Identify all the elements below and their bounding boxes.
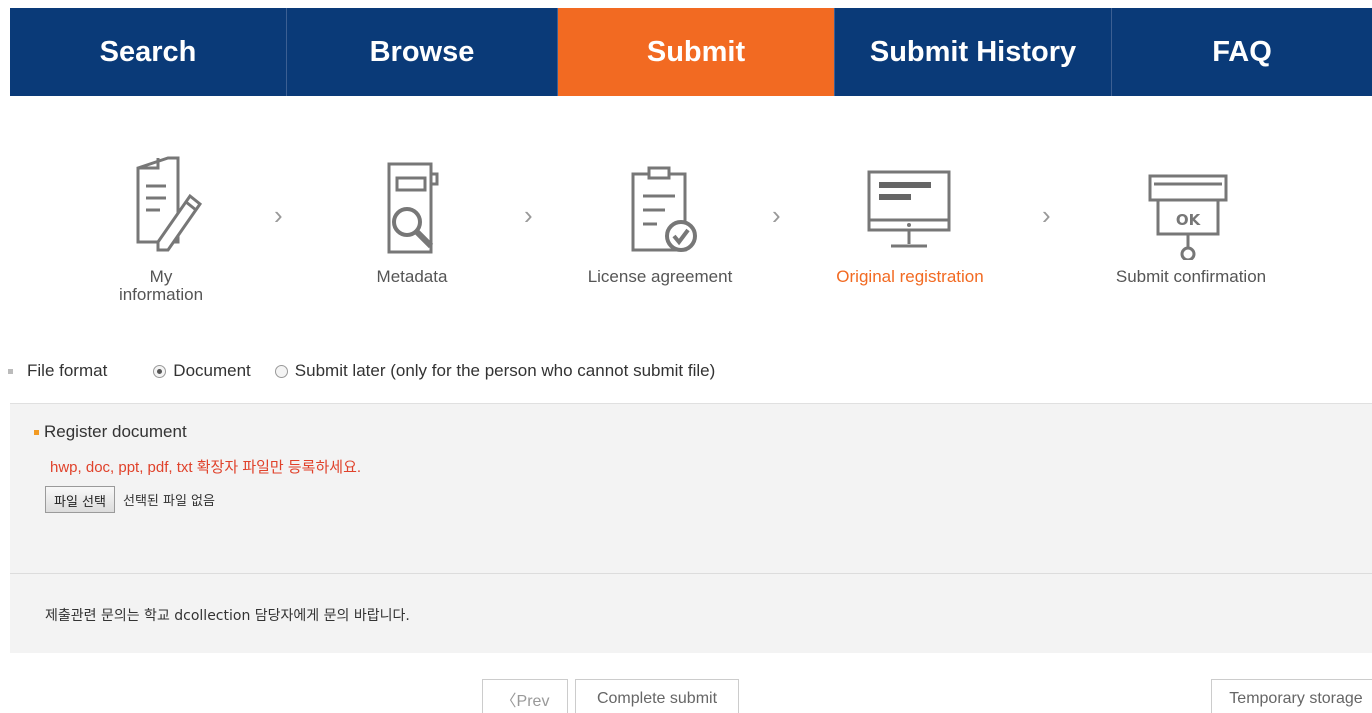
step-label: Metadata bbox=[360, 268, 464, 286]
nav-submit[interactable]: Submit bbox=[558, 8, 835, 96]
radio-submit-later[interactable]: Submit later (only for the person who ca… bbox=[274, 361, 716, 381]
step-label: Original registration bbox=[828, 268, 992, 286]
step-label-line1: Submit confirmation bbox=[1115, 267, 1267, 286]
register-document-panel: Register document hwp, doc, ppt, pdf, tx… bbox=[10, 403, 1372, 573]
file-type-hint: hwp, doc, ppt, pdf, txt 확장자 파일만 등록하세요. bbox=[50, 459, 362, 476]
bullet-icon bbox=[34, 429, 39, 435]
register-title: Register document bbox=[34, 422, 187, 442]
file-format-row: File format Document Submit later (only … bbox=[8, 358, 715, 384]
step-metadata: Metadata bbox=[360, 150, 464, 286]
step-license-agreement: License agreement bbox=[578, 150, 742, 286]
step-label-line2: information bbox=[118, 285, 204, 304]
register-title-text: Register document bbox=[44, 422, 187, 441]
magnifier-document-icon bbox=[360, 150, 464, 260]
step-my-information: My information bbox=[100, 150, 222, 304]
step-label: My information bbox=[100, 268, 222, 304]
step-label-line1: My bbox=[149, 267, 173, 286]
step-label-line1: License agreement bbox=[587, 267, 733, 286]
radio-submit-later-label: Submit later (only for the person who ca… bbox=[294, 361, 716, 380]
step-label: Submit confirmation bbox=[1108, 268, 1274, 286]
step-label: License agreement bbox=[578, 268, 742, 286]
nav-search[interactable]: Search bbox=[10, 8, 287, 96]
file-format-label: File format bbox=[27, 361, 108, 380]
radio-document-label: Document bbox=[173, 361, 251, 380]
license-check-icon bbox=[578, 150, 742, 260]
top-navigation: Search Browse Submit Submit History FAQ bbox=[10, 8, 1372, 96]
file-input: 파일 선택 선택된 파일 없음 bbox=[45, 486, 215, 513]
step-original-registration: Original registration bbox=[828, 150, 992, 286]
prev-button[interactable]: 〈Prev bbox=[482, 679, 568, 713]
radio-checked-icon[interactable] bbox=[153, 364, 167, 378]
notice-panel: 제출관련 문의는 학교 dcollection 담당자에게 문의 바랍니다. bbox=[10, 573, 1372, 653]
ok-stamp-icon: OK bbox=[1108, 150, 1274, 260]
step-separator-icon: › bbox=[524, 200, 533, 230]
bullet-icon bbox=[8, 368, 13, 374]
radio-unchecked-icon[interactable] bbox=[274, 364, 288, 378]
step-submit-confirmation: OK Submit confirmation bbox=[1108, 150, 1274, 286]
step-label-line1: Metadata bbox=[376, 267, 448, 286]
file-status: 선택된 파일 없음 bbox=[122, 494, 215, 509]
notice-text: 제출관련 문의는 학교 dcollection 담당자에게 문의 바랍니다. bbox=[45, 608, 410, 624]
nav-faq[interactable]: FAQ bbox=[1112, 8, 1372, 96]
svg-text:OK: OK bbox=[1176, 211, 1202, 229]
nav-submit-history[interactable]: Submit History bbox=[835, 8, 1112, 96]
temporary-storage-button[interactable]: Temporary storage bbox=[1211, 679, 1372, 713]
document-pen-icon bbox=[100, 150, 222, 260]
monitor-icon bbox=[828, 150, 992, 260]
choose-file-button[interactable]: 파일 선택 bbox=[45, 486, 115, 513]
nav-browse[interactable]: Browse bbox=[287, 8, 558, 96]
step-label-line1: Original registration bbox=[836, 267, 984, 286]
step-separator-icon: › bbox=[1042, 200, 1051, 230]
submission-steps: My information › Metadata › License agre… bbox=[0, 150, 1372, 320]
radio-document[interactable]: Document bbox=[153, 361, 251, 381]
step-separator-icon: › bbox=[772, 200, 781, 230]
complete-submit-button[interactable]: Complete submit bbox=[575, 679, 739, 713]
step-separator-icon: › bbox=[274, 200, 283, 230]
